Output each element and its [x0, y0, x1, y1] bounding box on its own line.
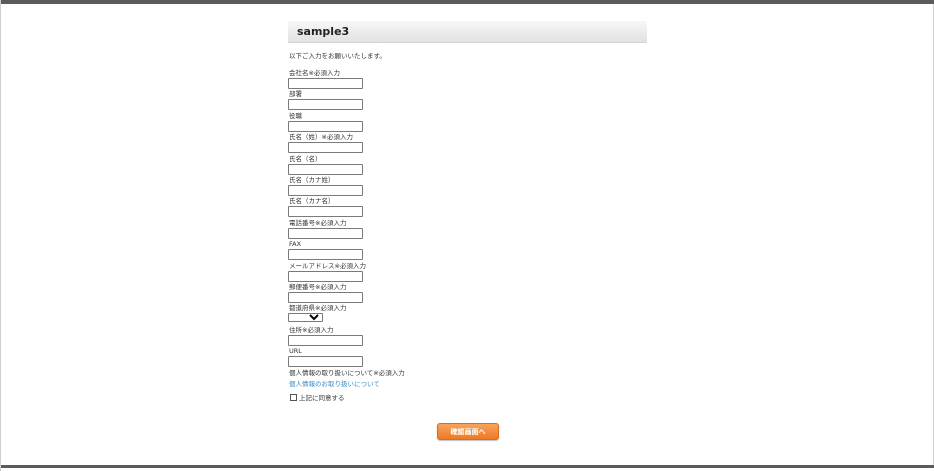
- text-input[interactable]: [288, 78, 363, 89]
- page-title: sample3: [297, 25, 350, 38]
- field-label: 氏名（カナ姓）: [289, 175, 335, 184]
- field-label: 部署: [289, 90, 302, 99]
- field-label: メールアドレス※必須入力: [289, 261, 366, 270]
- field-label: 電話番号※必須入力: [289, 218, 347, 227]
- prefecture-select[interactable]: [288, 313, 323, 323]
- top-border: [1, 0, 934, 4]
- form-field: 住所※必須入力: [288, 326, 647, 347]
- form-field: 氏名（名）: [288, 155, 647, 176]
- form-field: 郵便番号※必須入力: [288, 283, 647, 304]
- form-field: 会社名※必須入力: [288, 69, 647, 90]
- form-field: FAX: [288, 240, 647, 261]
- text-input[interactable]: [288, 120, 363, 132]
- text-input[interactable]: [288, 184, 363, 196]
- field-label: 住所※必須入力: [289, 325, 334, 334]
- form-field: 氏名（カナ名）: [288, 197, 647, 218]
- text-input[interactable]: [288, 227, 363, 239]
- text-input[interactable]: [288, 356, 363, 368]
- form-field: 部署: [288, 90, 647, 111]
- bottom-border: [1, 465, 934, 471]
- text-input[interactable]: [288, 270, 363, 282]
- agree-label: 上記に同意する: [299, 394, 345, 403]
- form-fields: 会社名※必須入力 部署役職氏名（姓）※必須入力 氏名（名） 氏名（カナ姓） 氏名（カナ名…: [288, 69, 647, 368]
- form-field: 役職: [288, 112, 647, 133]
- intro-text: 以下ご入力をお願いいたします。: [289, 52, 386, 60]
- field-label: 氏名（姓）※必須入力: [289, 133, 353, 142]
- field-label: URL: [289, 347, 302, 356]
- text-input[interactable]: [288, 163, 363, 175]
- form-field: 都道府県※必須入力: [288, 304, 647, 325]
- field-label: 会社名※必須入力: [289, 69, 340, 77]
- form-field: 氏名（姓）※必須入力: [288, 133, 647, 154]
- form-field: メールアドレス※必須入力: [288, 262, 647, 283]
- privacy-policy-link[interactable]: 個人情報のお取り扱いについて: [288, 380, 647, 388]
- field-label: 氏名（カナ名）: [289, 197, 335, 206]
- text-input[interactable]: [288, 206, 363, 218]
- field-label: 役職: [289, 111, 302, 120]
- form-field: 電話番号※必須入力: [288, 219, 647, 240]
- text-input[interactable]: [288, 249, 363, 261]
- text-input[interactable]: [288, 291, 363, 303]
- form-field: 氏名（カナ姓）: [288, 176, 647, 197]
- text-input[interactable]: [288, 334, 363, 346]
- agree-row[interactable]: 上記に同意する: [288, 392, 647, 402]
- page-title-bar: sample3: [288, 21, 647, 43]
- field-label: 氏名（名）: [289, 154, 322, 163]
- text-input[interactable]: [288, 99, 363, 111]
- agree-checkbox[interactable]: [290, 393, 297, 401]
- field-label: FAX: [289, 240, 302, 249]
- field-label: 郵便番号※必須入力: [289, 282, 347, 291]
- field-label: 都道府県※必須入力: [289, 304, 347, 313]
- text-input[interactable]: [288, 142, 363, 154]
- privacy-label: 個人情報の取り扱いについて※必須入力: [289, 369, 405, 378]
- form-container: sample3 以下ご入力をお願いいたします。 会社名※必須入力 部署役職氏名（姓…: [288, 21, 647, 402]
- confirm-button[interactable]: 確認画面へ: [437, 423, 499, 440]
- form-field: URL: [288, 347, 647, 368]
